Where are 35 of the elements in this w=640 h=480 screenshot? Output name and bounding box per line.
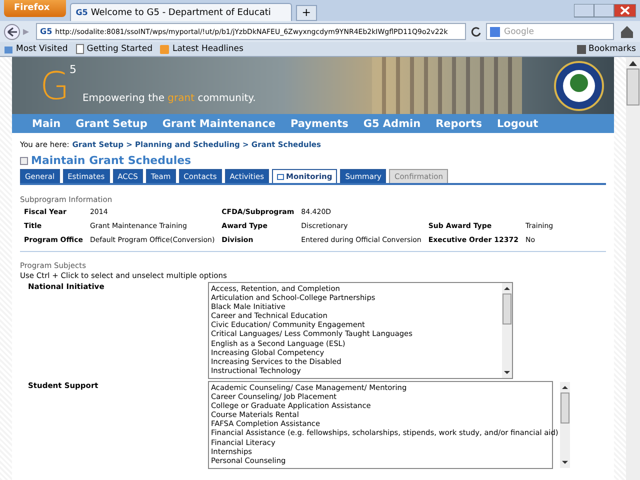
scrollbar-icon[interactable]: [502, 283, 512, 378]
seal-icon: [554, 60, 604, 110]
nav-link[interactable]: Payments: [290, 118, 348, 130]
page-icon: [76, 44, 84, 54]
feed-icon: [160, 44, 170, 54]
folder-icon: [4, 44, 13, 54]
site-logo: G5: [40, 27, 52, 36]
page-scrollbar-icon[interactable]: [626, 57, 640, 480]
browser-tab[interactable]: G5 Welcome to G5 - Department of Educati: [70, 3, 292, 21]
new-tab-button[interactable]: +: [296, 5, 317, 21]
nav-link[interactable]: G5 Admin: [363, 118, 421, 130]
logo-superscript: 5: [69, 63, 76, 76]
nav-link[interactable]: Logout: [496, 118, 538, 130]
home-icon[interactable]: [618, 24, 636, 40]
multi-select-list[interactable]: [208, 282, 513, 379]
bookmarks-menu[interactable]: Bookmarks: [576, 44, 636, 54]
tab-icon: [276, 174, 284, 180]
bookmark-link[interactable]: Most Visited: [4, 44, 68, 54]
bookmark-link[interactable]: Latest Headlines: [160, 44, 244, 54]
page-title: Maintain Grant Schedules: [31, 154, 192, 167]
scrollbar-icon[interactable]: [560, 382, 570, 468]
reload-icon[interactable]: [470, 26, 482, 38]
expand-icon[interactable]: [20, 156, 28, 164]
search-engine-icon: [490, 26, 500, 36]
nav-link[interactable]: Grant Setup: [76, 118, 148, 130]
tab-title: Welcome to G5 - Department of Educati: [90, 8, 271, 18]
tab-logo: G5: [76, 8, 88, 17]
nav-link[interactable]: Reports: [436, 118, 482, 130]
window-controls-icon[interactable]: [574, 4, 636, 18]
bookmarks-icon: [576, 44, 586, 54]
bookmark-link[interactable]: Getting Started: [76, 44, 152, 54]
logo-letter: G: [40, 66, 70, 104]
tagline: Empowering the grant community.: [82, 93, 256, 104]
nav-link[interactable]: Main: [32, 118, 61, 130]
nav-link[interactable]: Grant Maintenance: [162, 118, 276, 130]
